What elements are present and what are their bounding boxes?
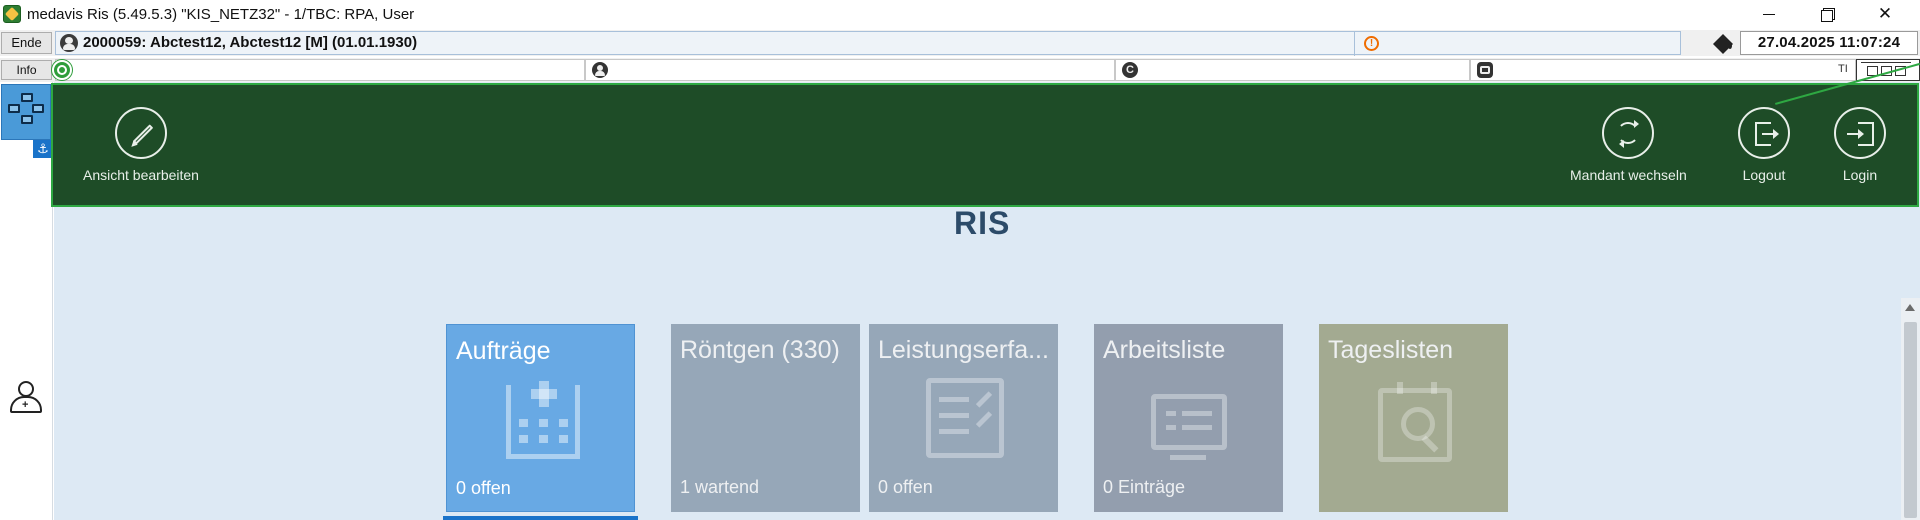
tile-subtitle: 0 Einträge <box>1103 477 1186 497</box>
datetime-display: 27.04.2025 11:07:24 <box>1740 31 1918 55</box>
logout-label: Logout <box>1742 167 1786 183</box>
tile-subtitle: 0 offen <box>456 478 511 498</box>
close-icon: ✕ <box>1877 4 1893 23</box>
warning-field[interactable]: ! <box>1354 32 1737 56</box>
info-slot-c[interactable] <box>1115 59 1470 81</box>
ris-logo: RIS <box>954 205 1011 241</box>
checklist-icon <box>926 378 1004 458</box>
sidebar-item-network[interactable] <box>1 84 51 140</box>
info-slot-card[interactable] <box>1470 59 1856 81</box>
tile-arbeitsliste[interactable]: Arbeitsliste 0 Einträge <box>1094 324 1283 512</box>
network-icon <box>8 93 46 125</box>
scroll-up-icon[interactable] <box>1905 304 1915 311</box>
switch-client-label: Mandant wechseln <box>1570 167 1687 183</box>
logout-button[interactable]: Logout <box>1738 107 1790 183</box>
action-ribbon: Ansicht bearbeiten Mandant wechseln Logo… <box>51 83 1919 207</box>
vertical-scrollbar[interactable] <box>1901 298 1920 520</box>
tile-title: Tageslisten <box>1328 336 1454 364</box>
left-sidebar: ⚓ + <box>0 82 53 520</box>
patient-icon <box>60 34 78 52</box>
patient-bar[interactable]: 2000059: Abctest12, Abctest12 [M] (01.01… <box>55 31 1681 56</box>
tile-title: Röntgen (330) <box>680 336 840 364</box>
app-icon <box>3 5 21 23</box>
edit-view-button[interactable]: Ansicht bearbeiten <box>83 107 199 183</box>
restore-button[interactable] <box>1799 0 1855 28</box>
tile-title: Leistungserfa... <box>878 336 1049 364</box>
info-slot-person[interactable] <box>585 59 1115 81</box>
patient-toolbar: Ende 2000059: Abctest12, Abctest12 [M] (… <box>0 30 1920 56</box>
close-button[interactable]: ✕ <box>1857 0 1913 28</box>
person-icon <box>592 62 608 78</box>
tile-auftraege[interactable]: Aufträge 0 offen <box>446 324 635 512</box>
window-titlebar: medavis Ris (5.49.5.3) "KIS_NETZ32" - 1/… <box>0 0 1920 28</box>
info-slot-target[interactable] <box>52 59 585 81</box>
selected-tile-indicator <box>443 516 638 520</box>
pencil-icon <box>114 107 167 159</box>
window-title: medavis Ris (5.49.5.3) "KIS_NETZ32" - 1/… <box>27 6 415 23</box>
tile-roentgen[interactable]: Röntgen (330) 1 wartend <box>671 324 860 512</box>
hospital-icon <box>506 381 580 459</box>
tile-title: Arbeitsliste <box>1103 336 1226 364</box>
tile-tageslisten[interactable]: Tageslisten <box>1319 324 1508 512</box>
restore-icon <box>1821 8 1835 22</box>
ende-button[interactable]: Ende <box>1 32 52 54</box>
monitor-icon <box>1151 394 1227 460</box>
edit-view-label: Ansicht bearbeiten <box>83 167 199 183</box>
info-button[interactable]: Info <box>1 60 52 80</box>
add-user-icon[interactable]: + <box>9 380 42 413</box>
paint-bucket-icon[interactable] <box>1714 35 1732 51</box>
card-icon <box>1477 62 1493 78</box>
tile-title: Aufträge <box>456 337 551 365</box>
logout-icon <box>1738 107 1790 159</box>
login-label: Login <box>1842 167 1878 183</box>
calendar-search-icon <box>1378 382 1452 462</box>
tile-leistungserfassung[interactable]: Leistungserfa... 0 offen <box>869 324 1058 512</box>
scroll-thumb[interactable] <box>1904 322 1917 518</box>
warning-icon: ! <box>1364 36 1379 51</box>
minimize-button[interactable] <box>1741 0 1797 28</box>
tile-subtitle: 1 wartend <box>680 477 760 497</box>
ti-label: TI <box>1838 63 1848 75</box>
login-button[interactable]: Login <box>1834 107 1886 183</box>
tile-subtitle: 0 offen <box>878 477 933 497</box>
login-icon <box>1834 107 1886 159</box>
patient-info: 2000059: Abctest12, Abctest12 [M] (01.01… <box>83 34 418 51</box>
switch-client-button[interactable]: Mandant wechseln <box>1570 107 1687 183</box>
target-icon <box>52 60 72 80</box>
minimize-icon <box>1763 13 1775 15</box>
info-toolbar: Info TI <box>0 58 1920 82</box>
c-circle-icon <box>1122 62 1138 78</box>
anchor-icon[interactable]: ⚓ <box>33 140 53 158</box>
refresh-icon <box>1602 107 1655 159</box>
